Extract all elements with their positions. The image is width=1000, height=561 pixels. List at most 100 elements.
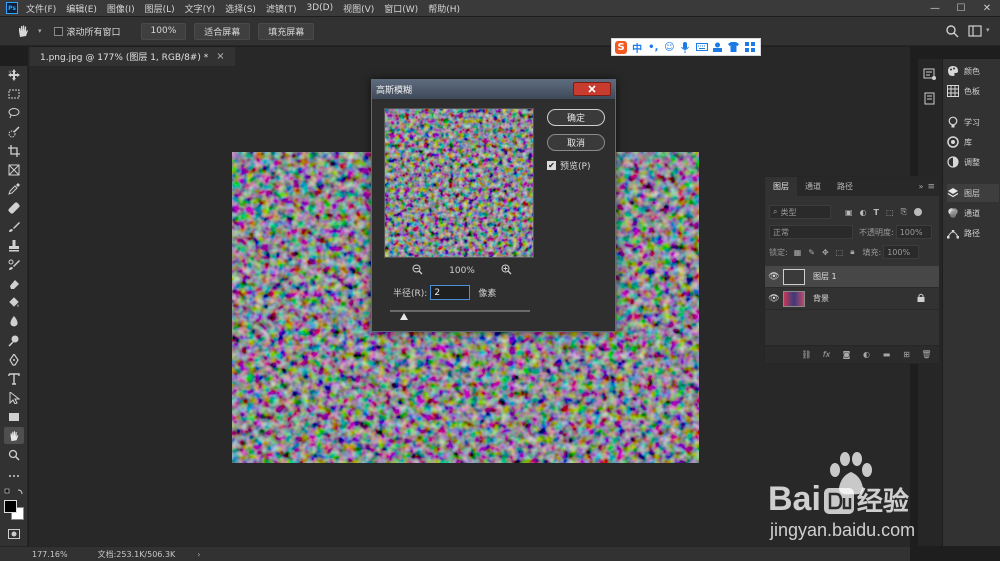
hand-tool-icon[interactable] xyxy=(4,427,24,444)
radius-slider[interactable] xyxy=(390,310,530,320)
keyboard-icon[interactable] xyxy=(695,41,708,54)
dock-color[interactable]: 颜色 xyxy=(947,62,980,80)
filter-shape-icon[interactable]: ⬚ xyxy=(886,208,894,217)
paint-bucket-tool-icon[interactable] xyxy=(4,294,24,311)
preview-option[interactable]: ✔ 预览(P) xyxy=(547,159,590,172)
link-layers-icon[interactable]: ⛓ xyxy=(800,349,813,361)
hand-tool-preset-icon[interactable] xyxy=(8,21,38,41)
menu-view[interactable]: 视图(V) xyxy=(343,2,374,15)
filter-toggle-icon[interactable] xyxy=(913,208,922,216)
delete-layer-icon[interactable]: 🗑︎ xyxy=(920,349,933,361)
stamp-tool-icon[interactable] xyxy=(4,237,24,254)
workspace-chevron-icon[interactable]: ▾ xyxy=(986,26,990,34)
blur-preview[interactable] xyxy=(384,108,534,258)
new-layer-icon[interactable]: ⊞ xyxy=(900,349,913,361)
quick-selection-tool-icon[interactable] xyxy=(4,123,24,140)
menu-type[interactable]: 文字(Y) xyxy=(185,2,216,15)
menu-select[interactable]: 选择(S) xyxy=(225,2,256,15)
layer-style-icon[interactable]: fx xyxy=(820,349,833,361)
scroll-all-windows-option[interactable]: 滚动所有窗口 xyxy=(53,25,121,38)
menu-edit[interactable]: 编辑(E) xyxy=(66,2,97,15)
pen-tool-icon[interactable] xyxy=(4,351,24,368)
lock-position-icon[interactable]: ✥ xyxy=(822,248,829,257)
dialog-title-bar[interactable]: 高斯模糊 xyxy=(372,80,615,99)
visibility-eye-icon[interactable]: 👁︎ xyxy=(765,272,783,282)
radius-input[interactable] xyxy=(430,285,471,300)
scroll-all-windows-checkbox[interactable] xyxy=(53,26,63,36)
toolbox-icon[interactable] xyxy=(712,41,724,54)
grid-menu-icon[interactable] xyxy=(744,41,756,54)
menu-layer[interactable]: 图层(L) xyxy=(145,2,175,15)
layer-mask-icon[interactable]: ◙ xyxy=(840,349,853,361)
dodge-tool-icon[interactable] xyxy=(4,332,24,349)
zoom-tool-icon[interactable] xyxy=(4,446,24,463)
radius-slider-handle[interactable] xyxy=(400,313,408,320)
zoom-out-icon[interactable] xyxy=(412,264,423,278)
zoom-in-icon[interactable] xyxy=(501,264,512,278)
workspace-icon[interactable] xyxy=(968,24,982,38)
move-tool-icon[interactable] xyxy=(4,66,24,83)
punctuation-icon[interactable]: •, xyxy=(647,41,659,54)
dock-swatches[interactable]: 色板 xyxy=(947,82,980,100)
filter-adjustment-icon[interactable]: ◐ xyxy=(860,208,867,217)
document-tab[interactable]: 1.png.jpg @ 177% (图层 1, RGB/8#) * × xyxy=(30,47,235,66)
type-tool-icon[interactable] xyxy=(4,370,24,387)
dock-adjustments[interactable]: 调整 xyxy=(947,153,980,171)
frame-tool-icon[interactable] xyxy=(4,161,24,178)
ok-button[interactable]: 确定 xyxy=(547,109,605,126)
cancel-button[interactable]: 取消 xyxy=(547,134,605,151)
swap-colors-icon[interactable] xyxy=(4,488,24,496)
lock-artboard-icon[interactable]: ⬚ xyxy=(836,248,844,257)
menu-image[interactable]: 图像(I) xyxy=(107,2,135,15)
tool-preset-chevron-icon[interactable]: ▾ xyxy=(38,27,42,35)
fill-input[interactable]: 100% xyxy=(883,245,920,259)
panel-collapse-icon[interactable]: » xyxy=(919,182,924,191)
menu-file[interactable]: 文件(F) xyxy=(26,2,56,15)
dialog-close-button[interactable] xyxy=(573,82,611,96)
history-panel-icon[interactable] xyxy=(923,92,937,106)
layer-name[interactable]: 背景 xyxy=(813,293,829,304)
filter-smart-object-icon[interactable]: ⎘ xyxy=(901,207,907,217)
close-window-button[interactable]: ✕ xyxy=(974,0,1000,16)
ime-language-toggle[interactable]: 中 xyxy=(631,41,643,55)
minimize-button[interactable]: — xyxy=(922,0,948,16)
sogou-logo[interactable]: S xyxy=(615,40,628,54)
rectangle-tool-icon[interactable] xyxy=(4,408,24,425)
preview-checkbox[interactable]: ✔ xyxy=(547,161,556,170)
lock-transparent-icon[interactable]: ▦ xyxy=(794,248,802,257)
eraser-tool-icon[interactable] xyxy=(4,275,24,292)
blur-tool-icon[interactable] xyxy=(4,313,24,330)
dock-channels[interactable]: 通道 xyxy=(947,204,980,222)
emoji-icon[interactable]: ☺ xyxy=(663,41,675,54)
skin-icon[interactable] xyxy=(728,41,740,54)
brush-tool-icon[interactable] xyxy=(4,218,24,235)
filter-pixel-icon[interactable]: ▣ xyxy=(845,208,853,217)
fill-screen-button[interactable]: 填充屏幕 xyxy=(258,22,315,40)
properties-panel-icon[interactable] xyxy=(923,67,937,81)
layer-row-layer1[interactable]: 👁︎ 图层 1 xyxy=(765,266,939,288)
menu-help[interactable]: 帮助(H) xyxy=(428,2,460,15)
fit-screen-button[interactable]: 适合屏幕 xyxy=(194,22,251,40)
tab-paths[interactable]: 路径 xyxy=(829,177,861,196)
menu-3d[interactable]: 3D(D) xyxy=(306,3,333,13)
blend-mode-select[interactable]: 正常 xyxy=(769,225,853,239)
panel-menu-icon[interactable]: ≡ xyxy=(927,182,935,192)
quick-mask-icon[interactable] xyxy=(8,529,20,539)
lasso-tool-icon[interactable] xyxy=(4,104,24,121)
path-selection-tool-icon[interactable] xyxy=(4,389,24,406)
zoom-100-button[interactable]: 100% xyxy=(140,22,187,40)
marquee-tool-icon[interactable] xyxy=(4,85,24,102)
filter-type-icon[interactable]: T xyxy=(874,208,879,217)
microphone-icon[interactable] xyxy=(679,41,691,54)
healing-brush-tool-icon[interactable] xyxy=(4,199,24,216)
dock-learn[interactable]: 学习 xyxy=(947,113,980,131)
tab-layers[interactable]: 图层 xyxy=(765,177,797,196)
dock-layers[interactable]: 图层 xyxy=(947,184,999,202)
crop-tool-icon[interactable] xyxy=(4,142,24,159)
menu-window[interactable]: 窗口(W) xyxy=(384,2,418,15)
dock-paths[interactable]: 路径 xyxy=(947,224,980,242)
visibility-eye-icon[interactable]: 👁︎ xyxy=(765,294,783,304)
status-zoom[interactable]: 177.16% xyxy=(32,550,68,559)
layer-name[interactable]: 图层 1 xyxy=(813,271,837,282)
tab-channels[interactable]: 通道 xyxy=(797,177,829,196)
